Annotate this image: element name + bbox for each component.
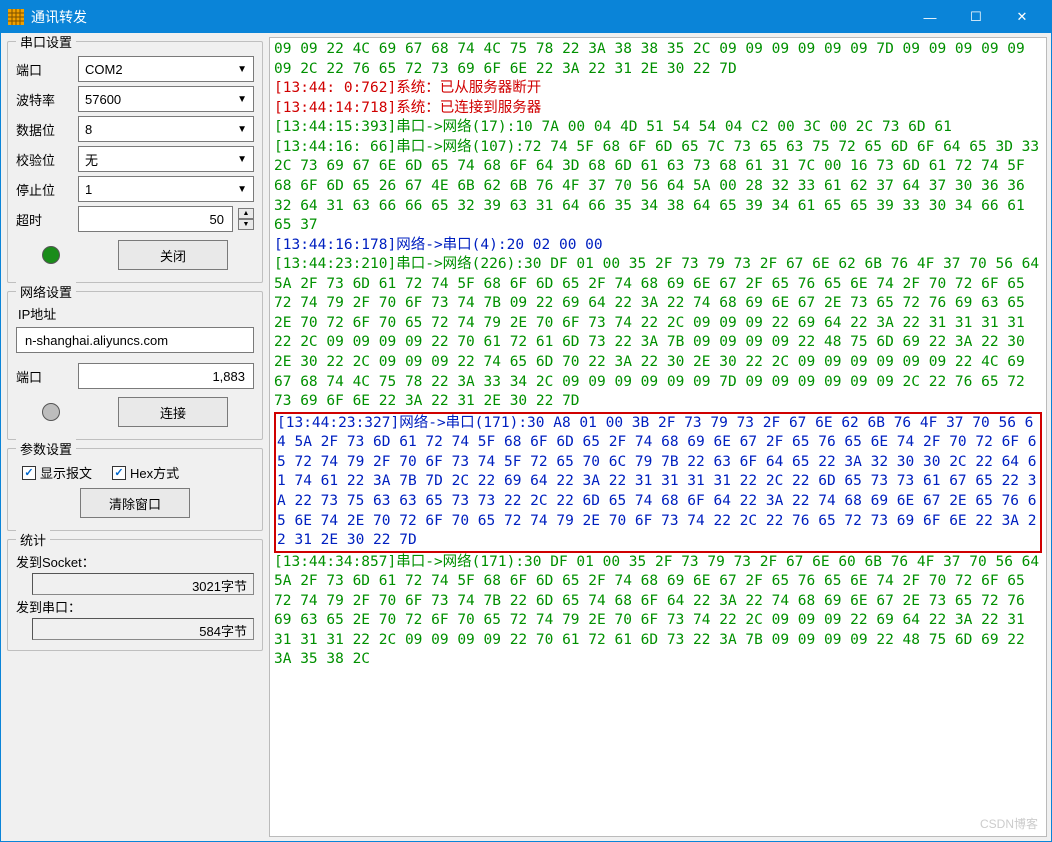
show-packet-checkbox[interactable]: ✓显示报文 [22,463,92,482]
checkbox-icon: ✓ [22,466,36,480]
close-button[interactable]: ✕ [999,1,1045,33]
log-line: [13:44:14:718]系统：已连接到服务器 [274,99,1042,119]
databits-combo[interactable]: 8▼ [78,116,254,142]
log-line: [13:44:15:393]串口->网络(17):10 7A 00 04 4D … [274,118,1042,138]
timeout-input[interactable] [78,206,233,232]
minimize-button[interactable]: — [907,1,953,33]
titlebar: 通讯转发 — ☐ ✕ [1,1,1051,33]
caret-down-icon: ▼ [237,64,247,75]
log-line: [13:44:16: 66]串口->网络(107):72 74 5F 68 6F… [274,138,1042,236]
caret-down-icon: ▼ [237,184,247,195]
databits-label: 数据位 [16,120,72,139]
log-line: [13:44: 0:762]系统：已从服务器断开 [274,79,1042,99]
window-body: 串口设置 端口 COM2▼ 波特率 57600▼ 数据位 8▼ 校验位 无▼ [1,33,1051,841]
baud-combo[interactable]: 57600▼ [78,86,254,112]
log-panel[interactable]: 09 09 22 4C 69 67 68 74 4C 75 78 22 3A 3… [269,37,1047,837]
spin-up-icon[interactable]: ▲ [238,208,254,219]
maximize-button[interactable]: ☐ [953,1,999,33]
serial-settings-group: 串口设置 端口 COM2▼ 波特率 57600▼ 数据位 8▼ 校验位 无▼ [7,41,263,283]
param-legend: 参数设置 [16,439,76,458]
to-socket-label: 发到Socket： [16,552,254,571]
ip-input[interactable] [16,327,254,353]
clear-window-button[interactable]: 清除窗口 [80,488,190,518]
stopbits-combo[interactable]: 1▼ [78,176,254,202]
serial-legend: 串口设置 [16,33,76,51]
net-port-label: 端口 [16,367,72,386]
parity-combo[interactable]: 无▼ [78,146,254,172]
to-socket-value: 3021字节 [32,573,254,595]
ip-label: IP地址 [18,304,254,323]
timeout-spinner[interactable]: ▲▼ [238,208,254,230]
caret-down-icon: ▼ [237,94,247,105]
caret-down-icon: ▼ [237,154,247,165]
net-status-led [42,403,60,421]
app-icon [7,8,25,26]
serial-status-led [42,246,60,264]
stats-group: 统计 发到Socket： 3021字节 发到串口： 584字节 [7,539,263,651]
to-serial-label: 发到串口： [16,597,254,616]
stats-legend: 统计 [16,530,50,549]
timeout-label: 超时 [16,210,72,229]
window-title: 通讯转发 [31,7,907,27]
baud-label: 波特率 [16,90,72,109]
parity-label: 校验位 [16,150,72,169]
spin-down-icon[interactable]: ▼ [238,219,254,230]
log-line: 09 09 22 4C 69 67 68 74 4C 75 78 22 3A 3… [274,40,1042,79]
net-connect-button[interactable]: 连接 [118,397,228,427]
to-serial-value: 584字节 [32,618,254,640]
caret-down-icon: ▼ [237,124,247,135]
stopbits-label: 停止位 [16,180,72,199]
log-line: [13:44:34:857]串口->网络(171):30 DF 01 00 35… [274,553,1042,670]
hex-mode-checkbox[interactable]: ✓Hex方式 [112,463,179,482]
log-line: [13:44:23:327]网络->串口(171):30 A8 01 00 3B… [277,414,1039,551]
checkbox-icon: ✓ [112,466,126,480]
net-legend: 网络设置 [16,282,76,301]
log-line: [13:44:23:210]串口->网络(226):30 DF 01 00 35… [274,255,1042,412]
app-window: 通讯转发 — ☐ ✕ 串口设置 端口 COM2▼ 波特率 57600▼ 数据位 … [0,0,1052,842]
highlighted-log-block: [13:44:23:327]网络->串口(171):30 A8 01 00 3B… [274,412,1042,553]
net-port-input[interactable] [78,363,254,389]
serial-close-button[interactable]: 关闭 [118,240,228,270]
port-combo[interactable]: COM2▼ [78,56,254,82]
port-label: 端口 [16,60,72,79]
log-line: [13:44:16:178]网络->串口(4):20 02 00 00 [274,236,1042,256]
sidebar: 串口设置 端口 COM2▼ 波特率 57600▼ 数据位 8▼ 校验位 无▼ [1,33,269,841]
param-settings-group: 参数设置 ✓显示报文 ✓Hex方式 清除窗口 [7,448,263,531]
network-settings-group: 网络设置 IP地址 端口 连接 [7,291,263,440]
